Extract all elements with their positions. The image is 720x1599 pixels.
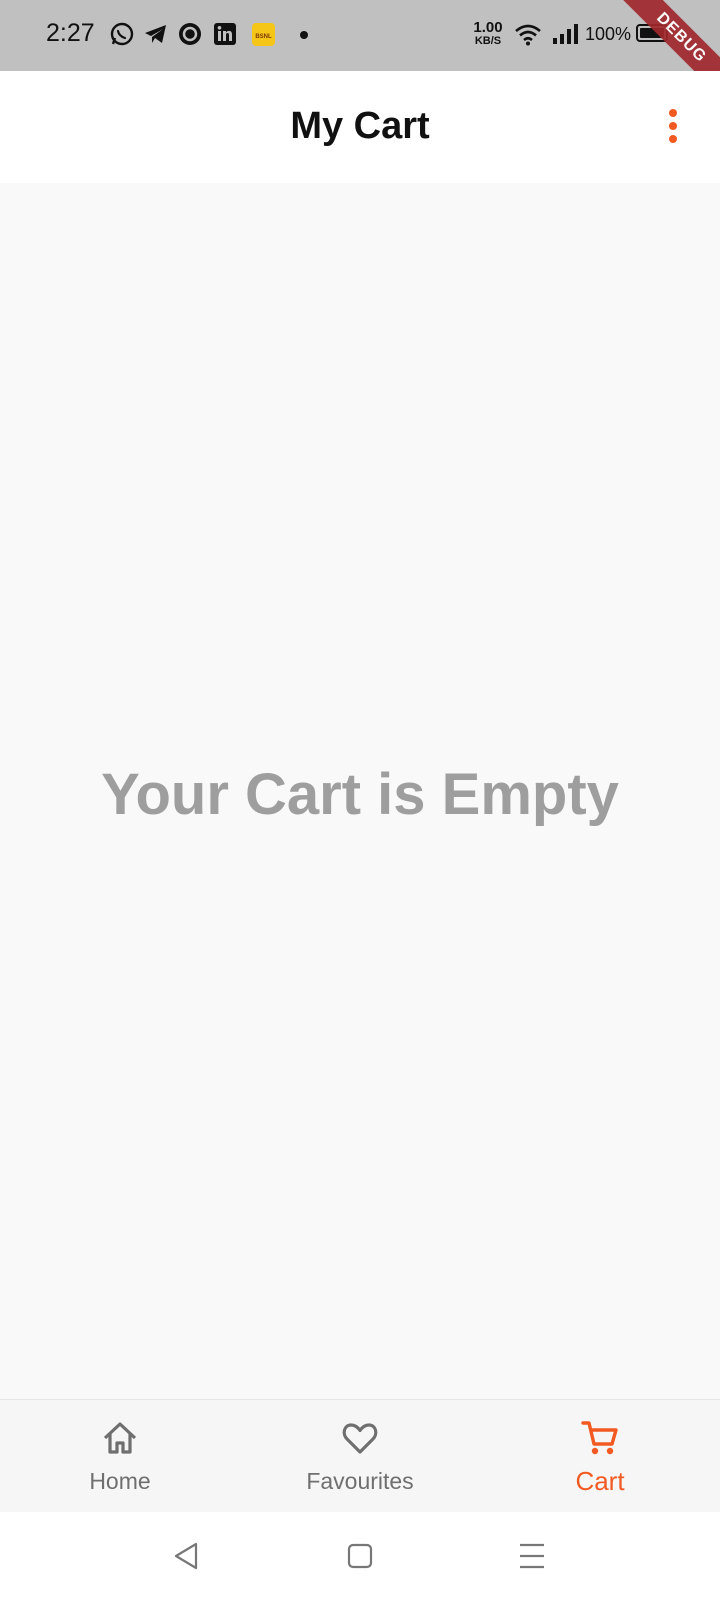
heart-icon (340, 1418, 380, 1458)
cart-content: Your Cart is Empty (0, 183, 720, 1399)
home-icon (100, 1418, 140, 1458)
app-bar: My Cart (0, 71, 720, 183)
nav-item-cart[interactable]: Cart (480, 1400, 720, 1513)
page-title: My Cart (290, 105, 430, 147)
bottom-navigation: Home Favourites Cart (0, 1399, 720, 1512)
more-options-button[interactable] (652, 105, 692, 149)
home-square-icon[interactable] (342, 1538, 378, 1574)
wifi-icon (514, 23, 542, 47)
nav-label-favourites: Favourites (306, 1468, 414, 1494)
telegram-icon (143, 21, 169, 47)
bsnl-icon: BSNL (252, 23, 275, 46)
network-speed-value: 1.00 (473, 19, 503, 36)
cart-icon (580, 1418, 620, 1458)
notification-dot (300, 31, 308, 39)
network-speed: 1.00 KB/S (470, 20, 506, 47)
signal-icon (551, 22, 579, 46)
status-bar: 2:27 BSNL 1.00 KB/S 100% DEBUG (0, 0, 720, 116)
nav-item-favourites[interactable]: Favourites (240, 1400, 480, 1513)
screen: 2:27 BSNL 1.00 KB/S 100% DEBUG My Cart Y… (0, 0, 720, 1599)
nav-label-cart: Cart (575, 1466, 625, 1496)
whatsapp-icon (109, 21, 135, 47)
nav-label-home: Home (89, 1468, 151, 1494)
system-navigation-bar (0, 1512, 720, 1599)
recents-icon[interactable] (514, 1538, 550, 1574)
linkedin-icon (212, 21, 238, 47)
network-speed-unit: KB/S (474, 35, 502, 47)
back-icon[interactable] (168, 1538, 204, 1574)
ring-app-icon (177, 21, 203, 47)
battery-percent: 100% (585, 24, 632, 44)
nav-item-home[interactable]: Home (0, 1400, 240, 1513)
status-time: 2:27 (46, 19, 95, 47)
empty-cart-message: Your Cart is Empty (101, 762, 619, 827)
